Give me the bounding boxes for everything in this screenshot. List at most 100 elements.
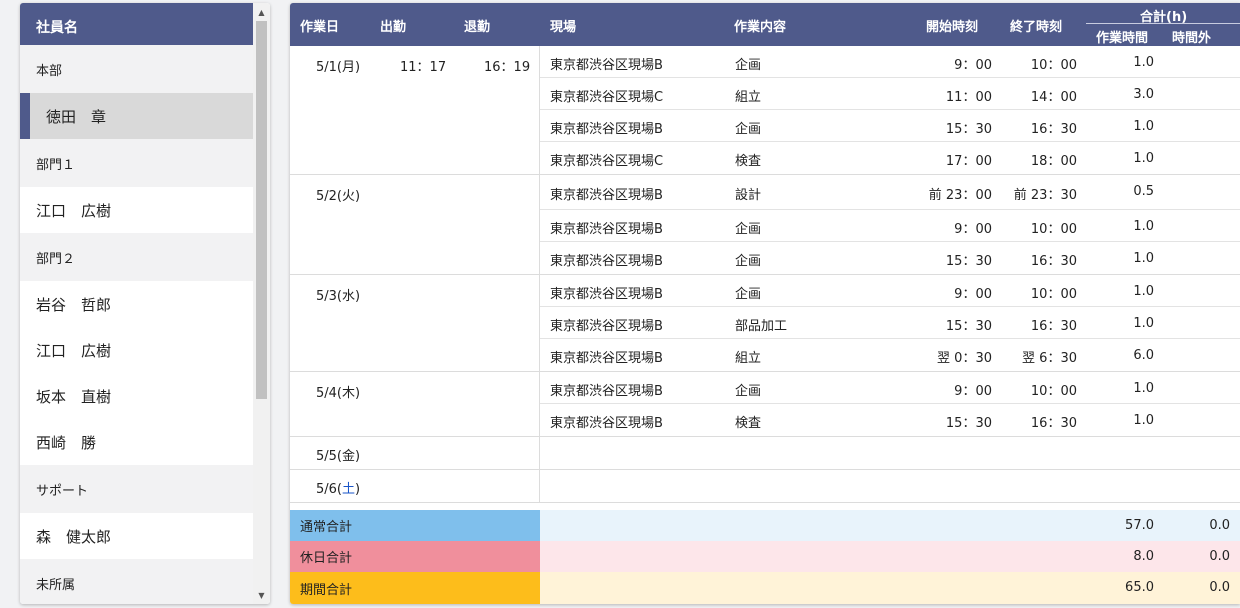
work-date: 5/4(木) (316, 386, 361, 401)
scroll-up-arrow-icon[interactable]: ▲ (253, 5, 270, 19)
entry-row[interactable]: 東京都渋谷区現場B 企画 9：00 10：00 1.0 (540, 210, 1240, 242)
entry-start: 前 23：00 (928, 188, 992, 203)
entry-start: 翌 0：30 (937, 351, 992, 366)
timesheet-panel: 作業日 出勤 退勤 現場 作業内容 開始時刻 終了時刻 合計(h) 作業時間 時… (290, 3, 1240, 604)
entry-row[interactable]: 東京都渋谷区現場B 企画 15：30 16：30 1.0 (540, 110, 1240, 142)
employee-item[interactable]: 岩谷 哲郎 (20, 281, 253, 327)
entry-hours: 3.0 (1133, 87, 1154, 102)
work-date: 5/6(土) (316, 478, 360, 497)
work-date: 5/3(水) (316, 289, 361, 304)
employee-panel-header: 社員名 (20, 3, 253, 45)
group-header: 本部 (20, 45, 253, 93)
total-overtime: 0.0 (1209, 549, 1230, 564)
entry-hours: 1.0 (1133, 284, 1154, 299)
day-cell: 5/6(土) (290, 470, 540, 502)
entry-task: 企画 (735, 287, 762, 302)
work-date: 5/1(月) (316, 60, 361, 75)
entry-row[interactable]: 東京都渋谷区現場B 設計 前 23：00 前 23：30 0.5 (540, 175, 1240, 210)
entry-hours: 1.0 (1133, 151, 1154, 166)
entry-row[interactable]: 東京都渋谷区現場B 検査 15：30 16：30 1.0 (540, 404, 1240, 436)
entry-hours: 0.5 (1133, 184, 1154, 199)
entry-hours: 1.0 (1133, 251, 1154, 266)
entry-end: 16：30 (1030, 254, 1077, 269)
employee-panel: 社員名 本部 徳田 章 部門１ 江口 広樹 部門２ 岩谷 哲郎 江口 広樹 坂本… (20, 3, 270, 604)
col-header-overtime: 時間外 (1172, 31, 1212, 46)
timesheet-header: 作業日 出勤 退勤 現場 作業内容 開始時刻 終了時刻 合計(h) 作業時間 時… (290, 3, 1240, 46)
total-overtime: 0.0 (1209, 518, 1230, 533)
employee-list-scrollbar[interactable]: ▲ ▼ (253, 3, 270, 604)
entry-end: 10：00 (1030, 58, 1077, 73)
scrollbar-thumb[interactable] (256, 21, 267, 399)
col-header-start: 開始時刻 (926, 20, 979, 35)
entry-end: 16：30 (1030, 416, 1077, 431)
entry-hours: 1.0 (1133, 413, 1154, 428)
col-header-clock-out: 退勤 (464, 20, 491, 35)
entry-end: 10：00 (1030, 287, 1077, 302)
entry-site: 東京都渋谷区現場B (550, 319, 663, 334)
entry-row[interactable]: 東京都渋谷区現場C 組立 11：00 14：00 3.0 (540, 78, 1240, 110)
entry-end: 18：00 (1030, 154, 1077, 169)
entry-row[interactable]: 東京都渋谷区現場B 企画 9：00 10：00 1.0 (540, 46, 1240, 78)
day-group: 5/2(火) 東京都渋谷区現場B 設計 前 23：00 前 23：30 0.5 … (290, 175, 1240, 275)
day-group: 5/6(土) (290, 470, 1240, 503)
entry-row[interactable]: 東京都渋谷区現場B 企画 9：00 10：00 1.0 (540, 275, 1240, 307)
group-header: 部門１ (20, 139, 253, 187)
entry-row[interactable]: 東京都渋谷区現場B 組立 翌 0：30 翌 6：30 6.0 (540, 339, 1240, 371)
scroll-down-arrow-icon[interactable]: ▼ (253, 588, 270, 602)
day-group: 5/1(月) 11：17 16：19 東京都渋谷区現場B 企画 9：00 10：… (290, 46, 1240, 175)
entry-site: 東京都渋谷区現場B (550, 287, 663, 302)
employee-item[interactable]: 坂本 直樹 (20, 373, 253, 419)
total-work-hours: 65.0 (1125, 580, 1154, 595)
work-date-prefix: 5/6( (316, 482, 342, 497)
entry-task: 企画 (735, 254, 762, 269)
entry-start: 9：00 (954, 222, 992, 237)
entry-end: 前 23：30 (1013, 188, 1077, 203)
work-date-suffix: ) (355, 482, 361, 497)
total-overtime: 0.0 (1209, 580, 1230, 595)
group-header: 部門２ (20, 233, 253, 281)
entry-start: 15：30 (945, 122, 992, 137)
col-header-clock-in: 出勤 (380, 20, 407, 35)
entry-task: 検査 (735, 416, 762, 431)
group-header: サポート (20, 465, 253, 513)
entry-site: 東京都渋谷区現場B (550, 188, 663, 203)
entry-row[interactable]: 東京都渋谷区現場C 検査 17：00 18：00 1.0 (540, 142, 1240, 174)
entry-task: 組立 (735, 90, 762, 105)
total-label: 期間合計 (290, 572, 540, 604)
employee-item[interactable]: 江口 広樹 (20, 187, 253, 233)
total-row-period: 期間合計 65.0 0.0 (290, 572, 1240, 604)
employee-item-selected[interactable]: 徳田 章 (20, 93, 253, 139)
entry-site: 東京都渋谷区現場B (550, 351, 663, 366)
clock-out-time: 16：19 (484, 60, 531, 75)
entry-site: 東京都渋谷区現場C (550, 154, 664, 169)
day-group: 5/4(木) 東京都渋谷区現場B 企画 9：00 10：00 1.0 東京都渋谷… (290, 372, 1240, 437)
entry-start: 15：30 (945, 319, 992, 334)
work-date: 5/2(火) (316, 189, 361, 204)
entry-row-empty[interactable] (540, 437, 1240, 469)
entry-row[interactable]: 東京都渋谷区現場B 企画 9：00 10：00 1.0 (540, 372, 1240, 404)
entry-start: 15：30 (945, 416, 992, 431)
entry-site: 東京都渋谷区現場B (550, 222, 663, 237)
entry-row[interactable]: 東京都渋谷区現場B 企画 15：30 16：30 1.0 (540, 242, 1240, 274)
entry-hours: 1.0 (1133, 119, 1154, 134)
entry-task: 検査 (735, 154, 762, 169)
col-header-work-hours: 作業時間 (1096, 31, 1149, 46)
work-date: 5/5(金) (316, 449, 361, 464)
entry-task: 設計 (735, 188, 762, 203)
employee-item[interactable]: 森 健太郎 (20, 513, 253, 559)
day-cell: 5/2(火) (290, 175, 540, 274)
col-header-date: 作業日 (300, 20, 340, 35)
employee-item[interactable]: 西崎 勝 (20, 419, 253, 465)
col-header-site: 現場 (550, 20, 577, 35)
entry-hours: 1.0 (1133, 381, 1154, 396)
total-work-hours: 8.0 (1133, 549, 1154, 564)
entry-site: 東京都渋谷区現場B (550, 254, 663, 269)
entry-hours: 1.0 (1133, 55, 1154, 70)
entry-row[interactable]: 東京都渋谷区現場B 部品加工 15：30 16：30 1.0 (540, 307, 1240, 339)
employee-item[interactable]: 江口 広樹 (20, 327, 253, 373)
entry-start: 15：30 (945, 254, 992, 269)
entry-task: 企画 (735, 222, 762, 237)
saturday-weekday: 土 (342, 482, 356, 497)
entry-row-empty[interactable] (540, 470, 1240, 502)
entry-start: 17：00 (945, 154, 992, 169)
